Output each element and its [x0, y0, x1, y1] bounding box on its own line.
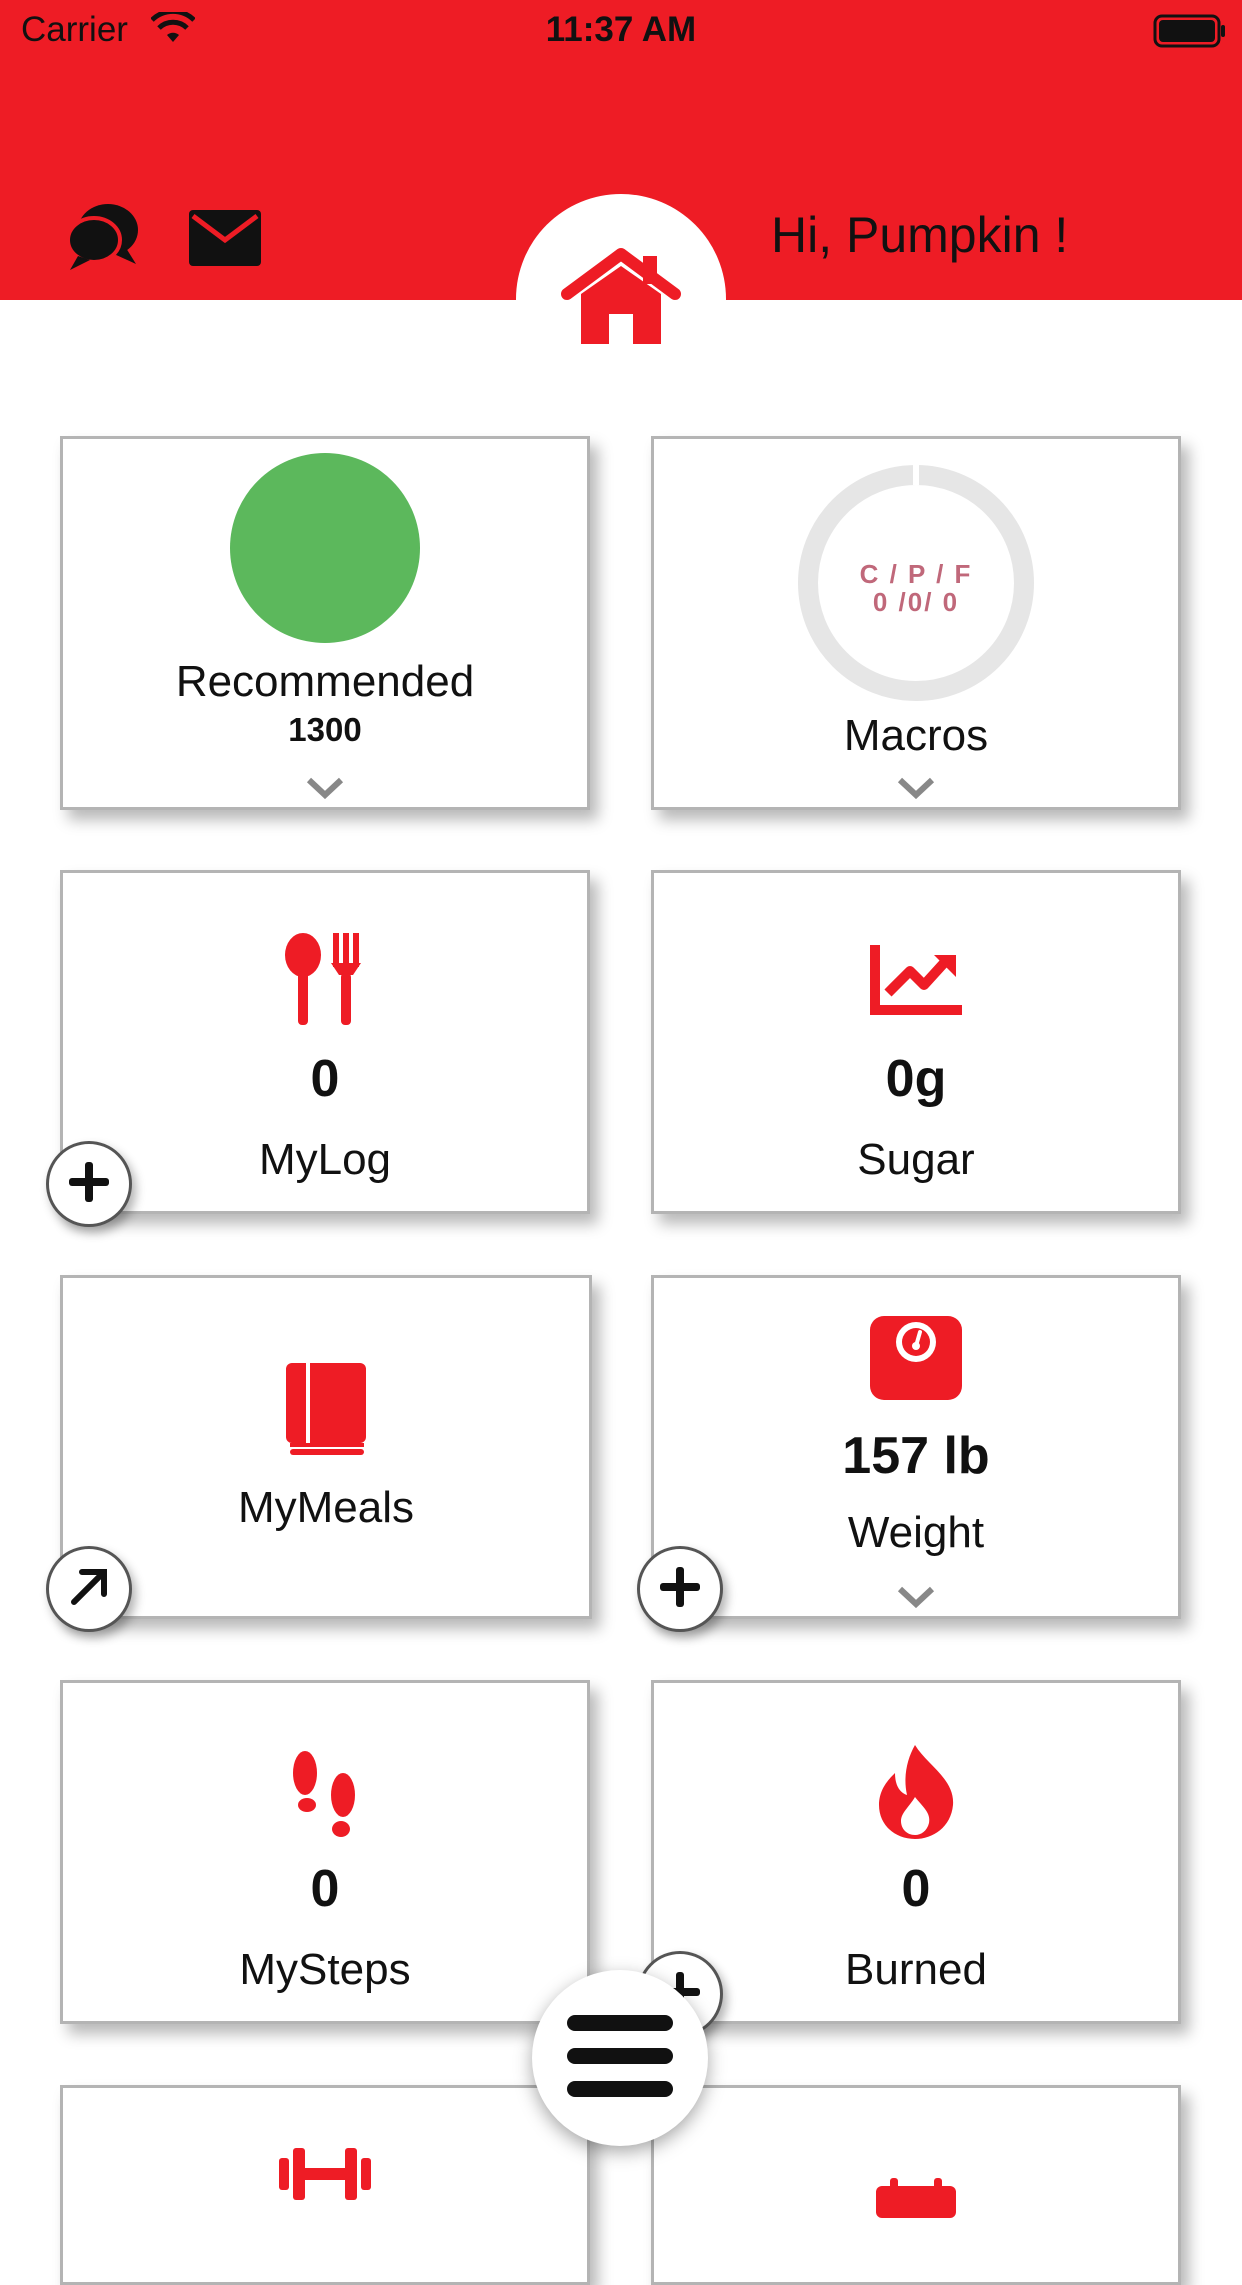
- weight-card[interactable]: 157 lb Weight: [651, 1275, 1181, 1619]
- plus-icon: [658, 1565, 702, 1614]
- macros-card[interactable]: C / P / F 0 /0/ 0 Macros: [651, 436, 1181, 810]
- weight-value: 157 lb: [842, 1427, 990, 1485]
- mail-icon[interactable]: [189, 210, 261, 271]
- calendar-icon: [876, 2178, 956, 2223]
- burned-card[interactable]: 0 Burned: [651, 1680, 1181, 2024]
- weight-label: Weight: [847, 1508, 985, 1557]
- mysteps-label: MySteps: [239, 1945, 411, 1994]
- mymeals-card[interactable]: MyMeals: [60, 1275, 592, 1619]
- recommended-ring-icon: [229, 452, 421, 649]
- workout-card[interactable]: [60, 2085, 590, 2285]
- plus-icon: [67, 1160, 111, 1209]
- scale-icon: [870, 1316, 962, 1405]
- sugar-card[interactable]: 0g Sugar: [651, 870, 1181, 1214]
- greeting-text: Hi, Pumpkin !: [771, 207, 1069, 263]
- status-time: 11:37 AM: [545, 10, 697, 49]
- status-bar: Carrier 11:37 AM: [0, 0, 1242, 60]
- home-icon: [559, 247, 683, 351]
- arrow-up-right-icon: [68, 1566, 110, 1613]
- home-button[interactable]: [516, 194, 726, 404]
- battery-icon: [1153, 14, 1227, 53]
- chevron-down-icon[interactable]: [306, 777, 344, 804]
- chevron-down-icon[interactable]: [897, 777, 935, 804]
- recommended-value: 1300: [288, 711, 362, 748]
- macros-values: 0 /0/ 0: [872, 587, 960, 617]
- calendar-card[interactable]: [651, 2085, 1181, 2285]
- mylog-label: MyLog: [258, 1135, 392, 1184]
- fire-icon: [875, 1743, 957, 1844]
- recommended-label: Recommended: [175, 657, 475, 706]
- menu-button[interactable]: [532, 1970, 708, 2146]
- mysteps-card[interactable]: 0 MySteps: [60, 1680, 590, 2024]
- open-meals-button[interactable]: [46, 1546, 132, 1632]
- chevron-down-icon[interactable]: [897, 1586, 935, 1613]
- macros-label: Macros: [843, 711, 989, 760]
- recommended-card[interactable]: Recommended 1300: [60, 436, 590, 810]
- utensils-icon: [283, 933, 367, 1032]
- mylog-value: 0: [310, 1050, 340, 1108]
- macros-heading: C / P / F: [859, 559, 973, 589]
- add-weight-button[interactable]: [637, 1546, 723, 1632]
- burned-value: 0: [901, 1860, 931, 1918]
- chat-icon[interactable]: [66, 200, 140, 277]
- add-log-button[interactable]: [46, 1141, 132, 1227]
- sugar-value: 0g: [885, 1050, 947, 1108]
- mylog-card[interactable]: 0 MyLog: [60, 870, 590, 1214]
- mysteps-value: 0: [310, 1860, 340, 1918]
- mymeals-label: MyMeals: [237, 1483, 415, 1532]
- sugar-label: Sugar: [857, 1135, 975, 1184]
- menu-icon: [567, 2011, 673, 2106]
- burned-label: Burned: [845, 1945, 987, 1994]
- chart-up-icon: [870, 945, 962, 1020]
- book-icon: [286, 1363, 366, 1460]
- dumbbell-icon: [279, 2144, 371, 2209]
- footsteps-icon: [290, 1747, 360, 1848]
